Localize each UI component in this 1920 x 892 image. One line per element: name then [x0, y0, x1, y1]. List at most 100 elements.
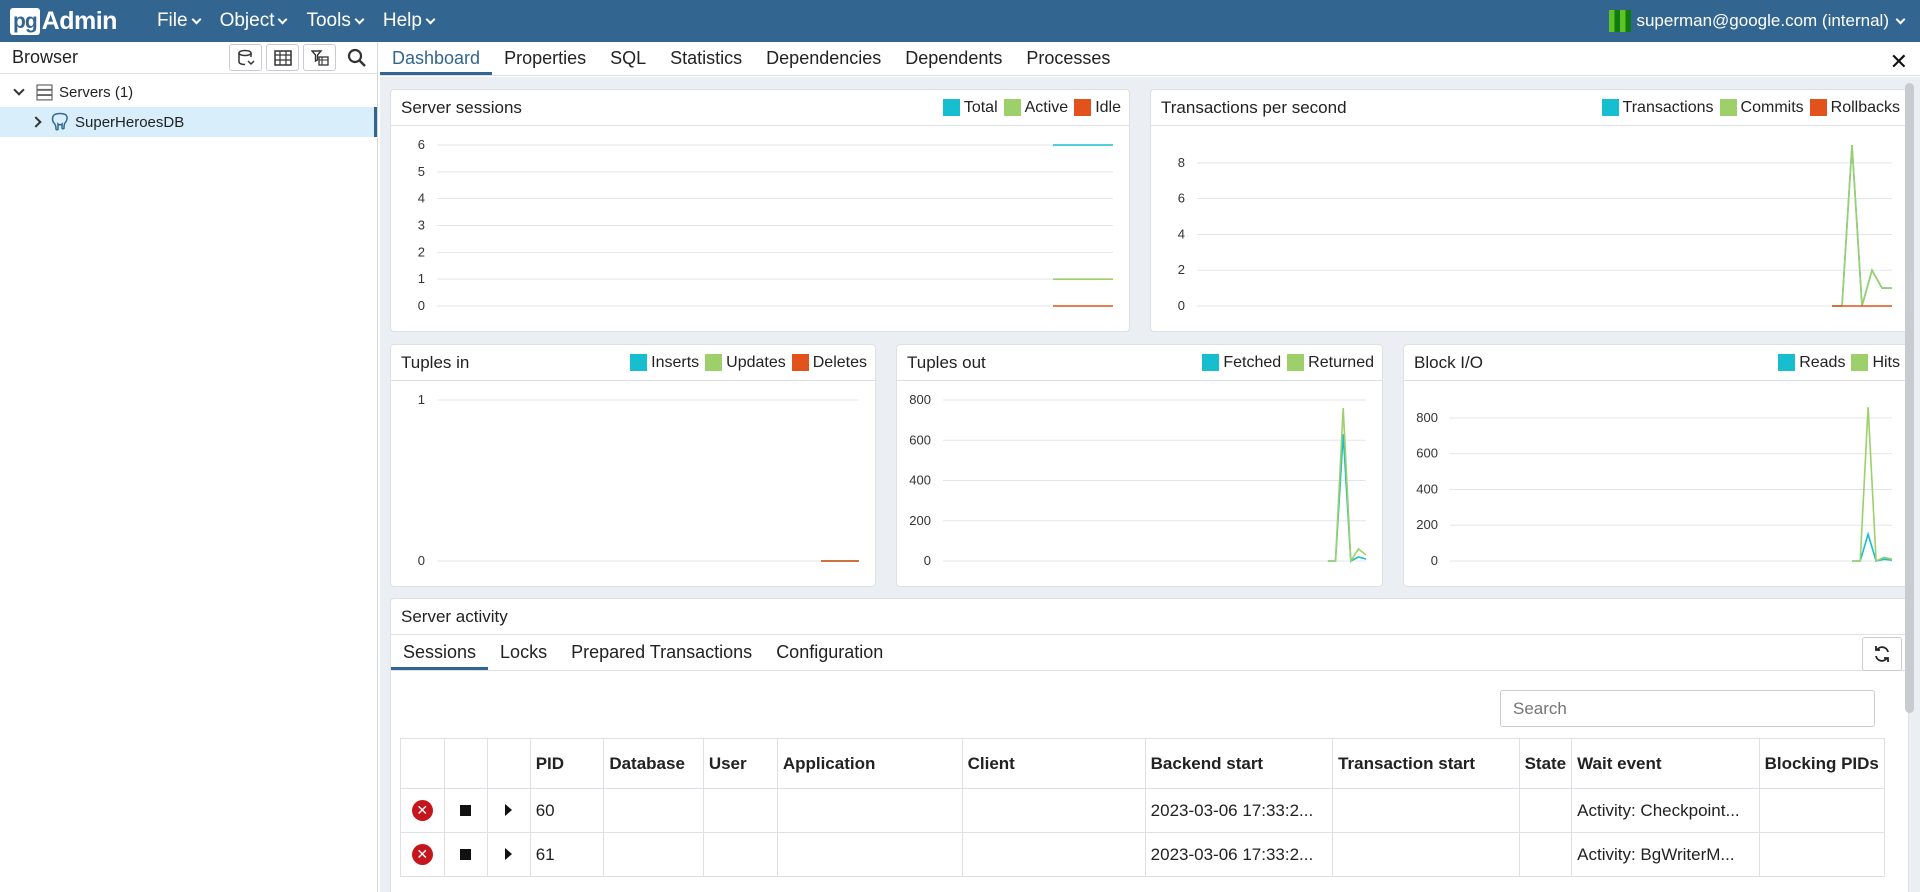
tab-prepared-transactions[interactable]: Prepared Transactions: [559, 635, 764, 670]
chart-legend: Transactions Commits Rollbacks: [1596, 99, 1908, 117]
tab-sql[interactable]: SQL: [598, 41, 658, 75]
menu-help[interactable]: Help: [373, 0, 444, 42]
chevron-down-icon: [425, 14, 436, 24]
column-header[interactable]: User: [702, 738, 778, 789]
tab-processes[interactable]: Processes: [1014, 41, 1122, 75]
menu-object[interactable]: Object: [210, 0, 297, 42]
chart-legend: Inserts Updates Deletes: [624, 354, 875, 372]
expand-row-icon[interactable]: [505, 847, 513, 860]
tree-node-servers[interactable]: Servers (1): [0, 77, 377, 107]
y-tick-label: 200: [1416, 517, 1438, 532]
browser-panel: Browser Servers (1) SuperHeroesDB: [0, 42, 378, 892]
column-header[interactable]: Wait event: [1571, 738, 1760, 789]
dashboard-scrollbar[interactable]: [1905, 83, 1914, 713]
terminate-session-icon[interactable]: [460, 848, 472, 860]
block-io-card: Block I/O Reads Hits 0 200 400 600 800: [1403, 344, 1909, 587]
browser-header: Browser: [0, 42, 377, 74]
menu-object-label: Object: [219, 10, 275, 31]
y-tick-label: 800: [909, 392, 931, 407]
search-objects-button[interactable]: [340, 44, 373, 71]
column-header[interactable]: Blocking PIDs: [1758, 738, 1886, 789]
y-tick-label: 0: [1431, 553, 1438, 568]
cell-database: [603, 788, 704, 833]
query-tool-button[interactable]: [229, 44, 262, 71]
y-tick-label: 600: [1416, 446, 1438, 461]
expand-row-icon[interactable]: [505, 803, 513, 816]
tree-node-superheroesdb[interactable]: SuperHeroesDB: [0, 107, 377, 137]
card-header: Transactions per second Transactions Com…: [1151, 90, 1908, 126]
menu-file[interactable]: File: [147, 0, 210, 42]
tab-dependencies[interactable]: Dependencies: [754, 41, 893, 75]
terminate-session-icon[interactable]: [460, 804, 472, 816]
tree-node-label: Servers (1): [59, 83, 134, 101]
legend-label: Deletes: [812, 353, 867, 371]
database-query-icon: [237, 49, 255, 65]
refresh-button[interactable]: [1862, 637, 1902, 671]
card-title: Tuples out: [907, 352, 986, 372]
column-header[interactable]: Database: [603, 738, 704, 789]
cell-pid: 61: [529, 832, 605, 877]
logo-admin: Admin: [41, 6, 118, 35]
chevron-down-icon: [354, 14, 365, 24]
cell-application: [776, 832, 963, 877]
filtered-rows-button[interactable]: [303, 44, 336, 71]
servers-icon: [36, 83, 53, 100]
search-input[interactable]: [1500, 690, 1875, 727]
table-icon: [273, 49, 292, 66]
view-data-button[interactable]: [266, 44, 299, 71]
pgadmin-logo[interactable]: pg Admin: [10, 0, 117, 42]
sessions-table: PID Database User Application Client Bac…: [400, 738, 1886, 877]
legend-swatch: [1074, 99, 1092, 116]
filter-table-icon: [310, 49, 329, 66]
legend-swatch: [1719, 99, 1737, 116]
legend-label: Idle: [1095, 98, 1121, 116]
tab-locks[interactable]: Locks: [488, 635, 559, 670]
cancel-query-icon[interactable]: ✕: [411, 800, 433, 821]
y-tick-label: 1: [418, 392, 425, 407]
table-row: ✕ 60 2023-03-06 17:33:2... Activity: Che…: [400, 788, 1886, 833]
cell-user: [702, 788, 778, 833]
tab-dashboard[interactable]: Dashboard: [380, 41, 493, 75]
y-tick-label: 8: [1178, 155, 1185, 170]
column-header[interactable]: State: [1518, 738, 1573, 789]
search-icon: [347, 48, 366, 67]
tab-sessions[interactable]: Sessions: [391, 635, 489, 670]
column-header[interactable]: Application: [776, 738, 963, 789]
legend-swatch: [1778, 354, 1796, 371]
y-tick-label: 0: [1178, 298, 1185, 313]
caret-right-icon[interactable]: [30, 116, 42, 128]
menu-file-label: File: [156, 10, 188, 31]
column-header[interactable]: Client: [961, 738, 1146, 789]
tab-configuration[interactable]: Configuration: [764, 635, 895, 670]
cell-backend-start: 2023-03-06 17:33:2...: [1144, 788, 1334, 833]
column-header[interactable]: Backend start: [1144, 738, 1334, 789]
legend-label: Commits: [1740, 98, 1804, 116]
tab-statistics[interactable]: Statistics: [658, 41, 754, 75]
cell-backend-start: 2023-03-06 17:33:2...: [1144, 832, 1334, 877]
browser-title: Browser: [12, 47, 79, 67]
transactions-per-second-card: Transactions per second Transactions Com…: [1150, 89, 1909, 332]
header-expand: [486, 738, 531, 789]
user-menu[interactable]: superman@google.com (internal): [1609, 0, 1906, 42]
y-tick-label: 4: [418, 191, 425, 206]
close-tab-icon[interactable]: ✕: [1890, 49, 1908, 75]
caret-down-icon[interactable]: [13, 84, 25, 96]
header-terminate: [443, 738, 488, 789]
tab-dependents[interactable]: Dependents: [893, 41, 1014, 75]
column-header[interactable]: Transaction start: [1332, 738, 1520, 789]
legend-swatch: [705, 354, 723, 371]
series-line-transactions: [1832, 144, 1892, 307]
cancel-query-icon[interactable]: ✕: [411, 844, 433, 865]
card-header: Block I/O Reads Hits: [1404, 345, 1908, 381]
tab-properties[interactable]: Properties: [492, 41, 598, 75]
menu-tools[interactable]: Tools: [296, 0, 372, 42]
legend-swatch: [1851, 354, 1869, 371]
tuples-out-card: Tuples out Fetched Returned 0 200 400 600 80…: [896, 344, 1383, 587]
y-tick-label: 0: [418, 298, 425, 313]
activity-tabs: Sessions Locks Prepared Transactions Con…: [391, 635, 1908, 671]
column-header[interactable]: PID: [529, 738, 605, 789]
block-io-chart: 0 200 400 600 800: [1416, 407, 1893, 568]
cell-state: [1518, 832, 1573, 877]
chart-legend: Fetched Returned: [1196, 354, 1382, 372]
y-tick-label: 0: [418, 553, 425, 568]
